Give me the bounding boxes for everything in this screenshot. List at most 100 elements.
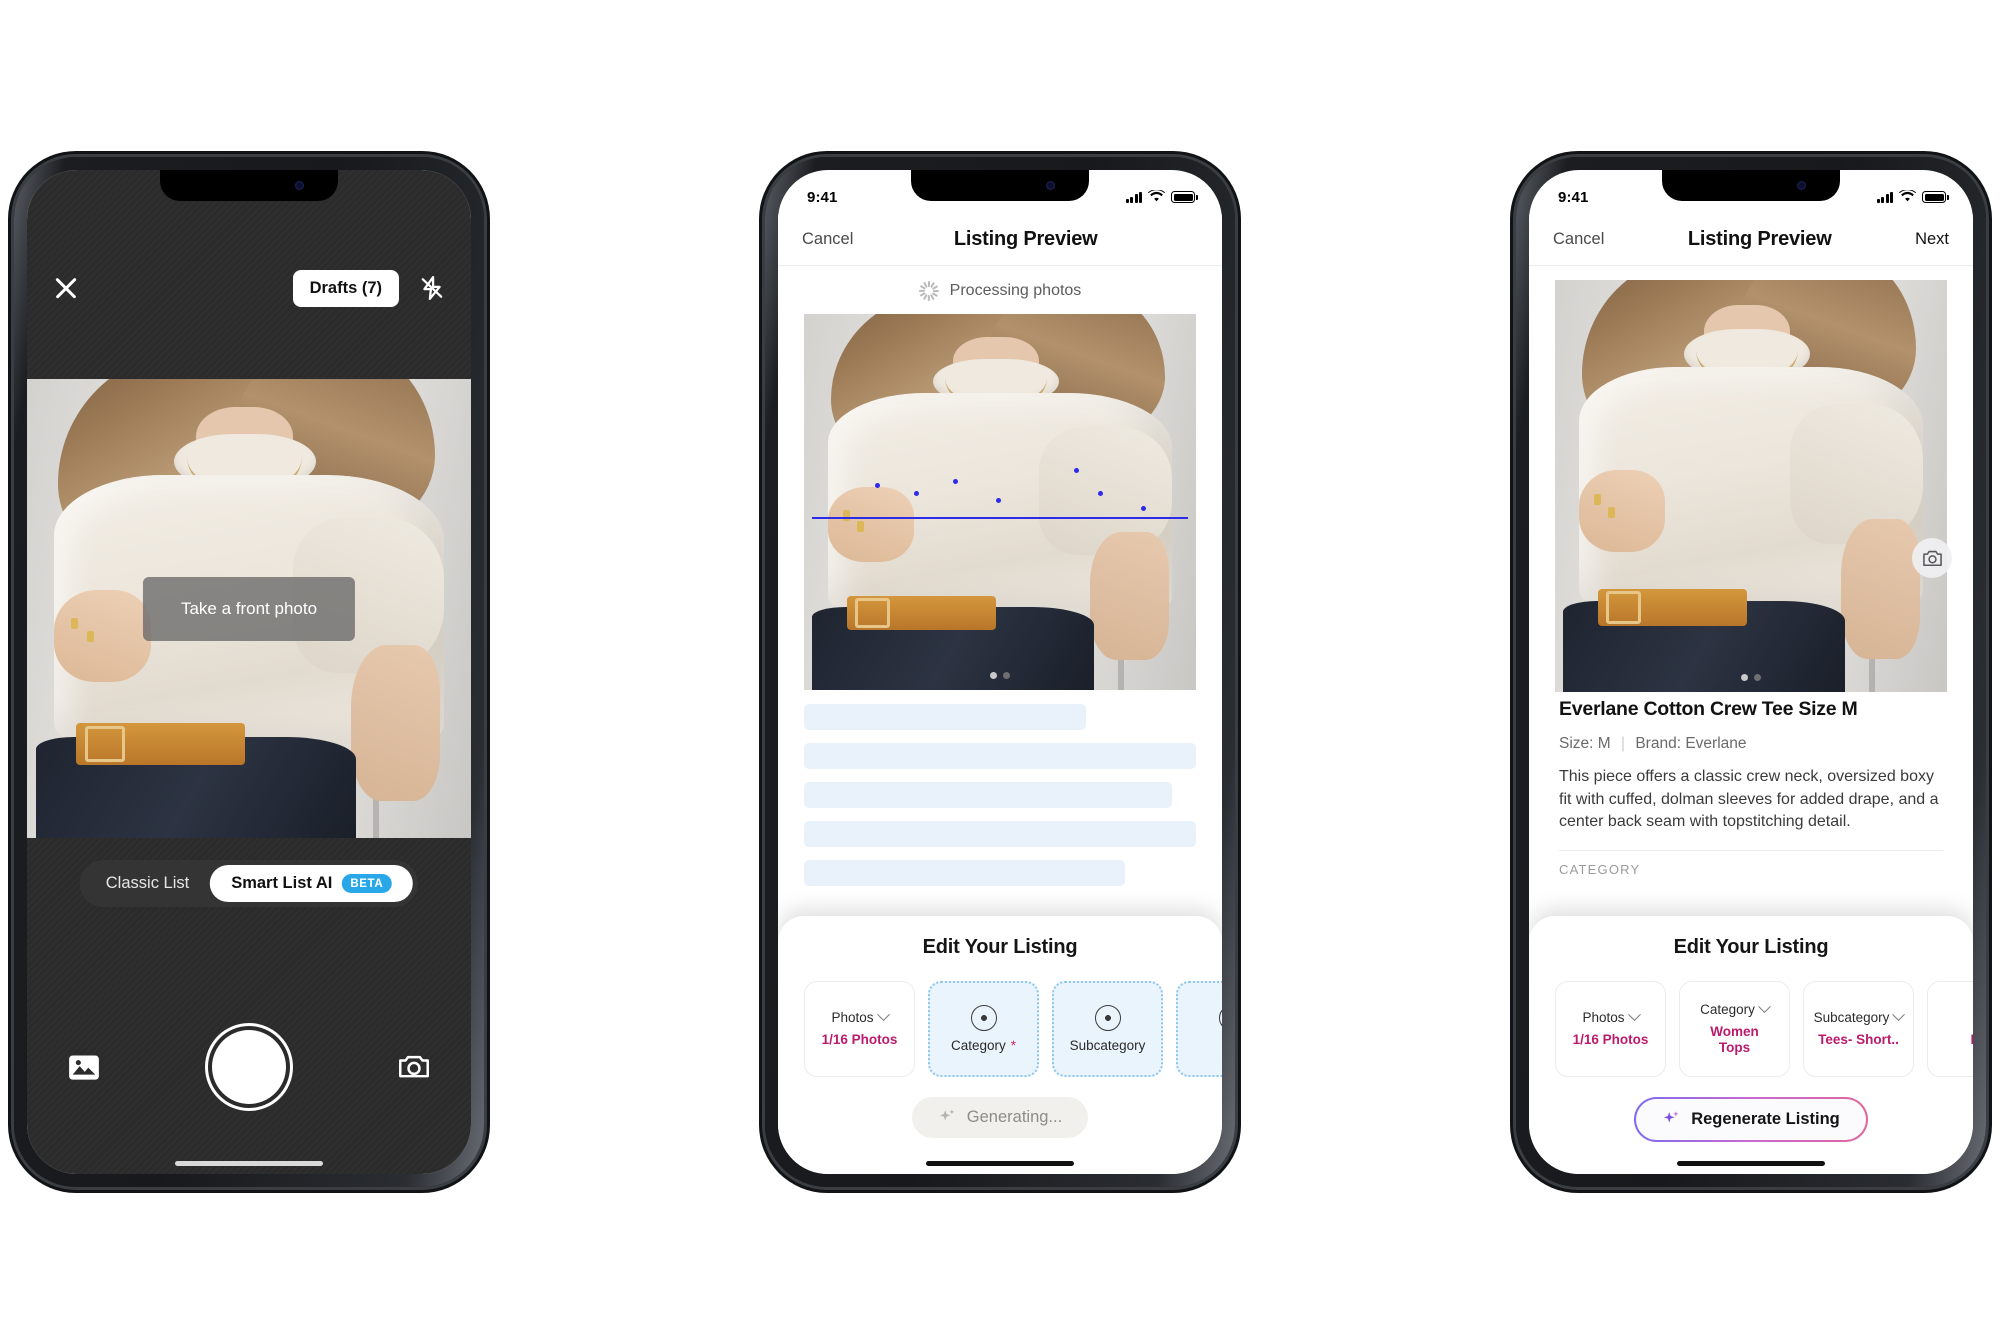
cellular-signal-icon [1125,191,1142,203]
chevron-down-icon [1627,1008,1641,1021]
notch [160,170,338,201]
carousel-dots[interactable] [1741,674,1761,681]
chip-scroller[interactable]: Photos 1/16 Photos Category Women Tops S… [1529,959,1973,1077]
chip-photos-label: Photos [1582,1009,1625,1025]
chip-subcategory-value: Tees- Short.. [1818,1031,1899,1047]
listing-meta: Size: M | Brand: Everlane [1559,735,1943,753]
chip-photos-label-row: Photos [1582,1008,1641,1025]
home-indicator [175,1161,323,1166]
camera-ui: Drafts (7) Take a front photo Classic Li… [27,170,471,1174]
add-circle-icon [970,1005,997,1031]
camera-bottom-bar [27,1022,471,1112]
phone-camera: Drafts (7) Take a front photo Classic Li… [14,157,484,1187]
segment-smart-list-ai[interactable]: Smart List AI BETA [210,865,414,902]
flash-off-icon[interactable] [419,274,445,302]
chip-photos[interactable]: Photos 1/16 Photos [1555,981,1666,1077]
chip-subcategory[interactable]: Subcategory Tees- Short.. [1803,981,1914,1077]
drafts-button[interactable]: Drafts (7) [292,269,399,307]
nav-bar: Cancel Listing Preview [778,214,1222,266]
status-indicators [1125,188,1198,206]
sheet-cta-row: Regenerate Listing [1529,1097,1973,1142]
meta-divider: | [1621,735,1626,752]
front-camera-dot [1046,181,1055,190]
loading-skeleton [804,704,1196,899]
front-camera-dot [1797,181,1806,190]
listing-title: Everlane Cotton Crew Tee Size M [1559,698,1858,720]
chip-brand-value: Eve [1970,1032,1973,1048]
battery-icon [1171,191,1198,203]
chip-photos-value: 1/16 Photos [1572,1031,1649,1047]
add-circle-icon [1094,1005,1121,1031]
home-indicator [1677,1161,1825,1166]
chip-subcategory-label: Subcategory [1069,1038,1146,1053]
loading-spinner-icon [919,281,940,301]
flip-camera-icon[interactable] [397,1052,431,1082]
photo-carousel[interactable] [1555,280,1947,692]
wifi-icon [1148,188,1165,206]
notch [911,170,1089,201]
chip-category-label-row: Category * [951,1038,1016,1053]
list-mode-segmented-control: Classic List Smart List AI BETA [79,860,419,907]
camera-viewfinder[interactable]: Take a front photo [27,379,471,838]
listing-photo [804,314,1196,690]
cancel-button[interactable]: Cancel [1553,230,1604,249]
regenerate-listing-button[interactable]: Regenerate Listing [1634,1097,1868,1142]
battery-icon [1922,191,1949,203]
chip-subcategory[interactable]: Subcategory [1052,981,1163,1077]
listing-size: Size: M [1559,735,1611,752]
home-indicator [926,1161,1074,1166]
next-button[interactable]: Next [1915,230,1949,249]
chip-brand[interactable]: Bra Eve [1927,981,1973,1077]
sheet-title: Edit Your Listing [1673,936,1829,958]
listing-brand: Brand: Everlane [1635,735,1747,752]
cancel-button[interactable]: Cancel [802,230,853,249]
chip-category[interactable]: Category Women Tops [1679,981,1790,1077]
wifi-icon [1899,188,1916,206]
notch [1662,170,1840,201]
segment-classic-list[interactable]: Classic List [85,865,210,902]
camera-icon[interactable] [1912,538,1952,578]
edit-listing-sheet: Edit Your Listing Photos 1/16 Photos Cat… [1529,916,1973,1174]
viewfinder-hint-label: Take a front photo [142,576,356,641]
chip-brand[interactable]: B [1176,981,1222,1077]
add-circle-icon [1218,1005,1222,1031]
chip-category-label: Category [950,1038,1006,1053]
carousel-dots[interactable] [990,672,1010,679]
generating-label: Generating... [966,1108,1063,1126]
chip-subcategory-label-row: Subcategory [1813,1008,1906,1025]
chip-scroller[interactable]: Photos 1/16 Photos Category * Subcategor… [778,959,1222,1077]
chip-photos-label: Photos [831,1009,874,1025]
status-time: 9:41 [807,188,838,206]
three-phone-mockup: Drafts (7) Take a front photo Classic Li… [0,0,2000,1344]
chip-category[interactable]: Category * [928,981,1039,1077]
gallery-icon[interactable] [67,1052,101,1082]
divider [1559,850,1943,852]
chevron-down-icon [1758,1000,1771,1013]
front-camera-dot [295,181,304,190]
sheet-title: Edit Your Listing [922,936,1078,958]
required-asterisk: * [1010,1038,1017,1053]
sparkle-icon [938,1108,957,1127]
shutter-button[interactable] [212,1030,286,1104]
processing-status: Processing photos [778,268,1222,314]
phone-generated: 9:41 Cancel Listing Preview Next Everlan… [1516,157,1986,1187]
phone3-screen: 9:41 Cancel Listing Preview Next Everlan… [1529,170,1973,1174]
edit-listing-sheet: Edit Your Listing Photos 1/16 Photos Cat… [778,916,1222,1174]
photo-carousel[interactable] [804,314,1196,690]
category-section-label: CATEGORY [1559,862,1641,878]
beta-badge: BETA [341,874,393,893]
chip-photos-value: 1/16 Photos [821,1031,898,1047]
processing-label: Processing photos [949,282,1082,299]
chip-category-value: Women Tops [1710,1023,1759,1055]
chip-subcategory-label: Subcategory [1813,1009,1890,1025]
sparkle-icon [1662,1110,1681,1129]
status-indicators [1876,188,1949,206]
phone2-screen: 9:41 Cancel Listing Preview Processing p… [778,170,1222,1174]
chip-photos[interactable]: Photos 1/16 Photos [804,981,915,1077]
chip-category-label-row: Category [1700,1000,1771,1017]
close-icon[interactable] [53,275,79,301]
camera-top-bar: Drafts (7) [27,258,471,318]
chip-brand-label: Bra [1972,1010,1973,1025]
segment-smart-list-ai-label: Smart List AI [231,874,333,892]
page-title: Listing Preview [1687,228,1832,250]
